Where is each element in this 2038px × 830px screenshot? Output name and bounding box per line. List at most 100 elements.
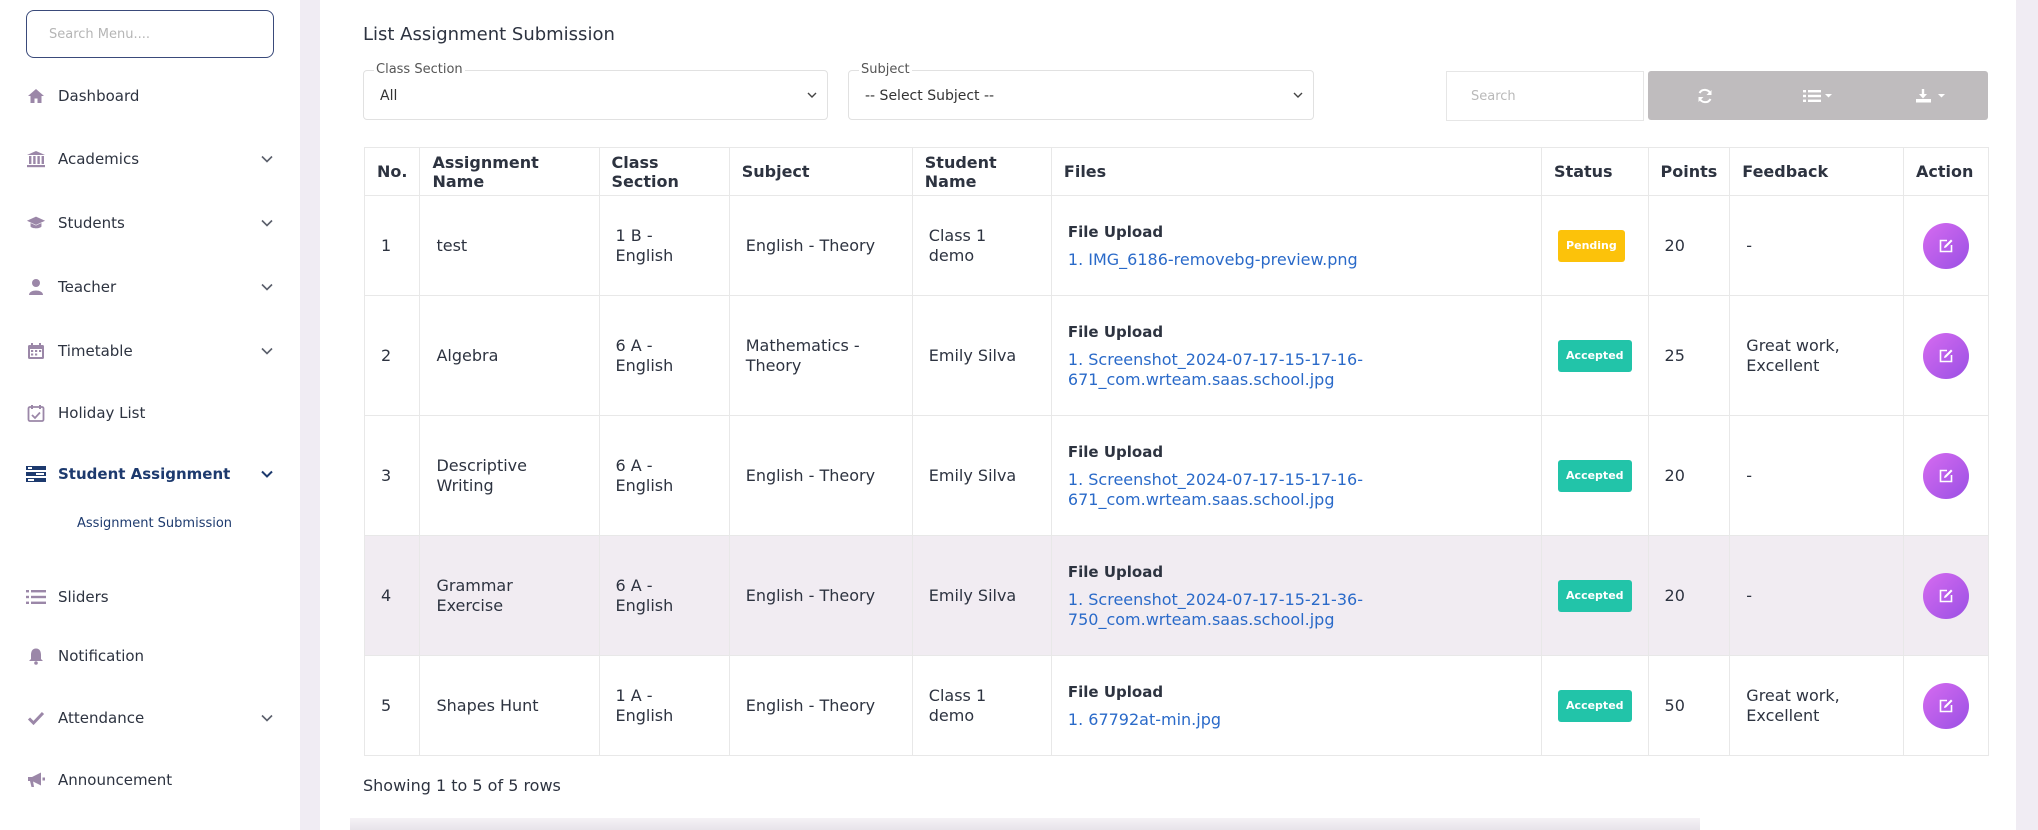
cell-feedback: - <box>1729 415 1905 536</box>
cell-no: 3 <box>363 415 421 536</box>
subject-label: Subject <box>859 62 912 77</box>
cell-feedback: - <box>1729 195 1905 296</box>
sidebar-item-students[interactable]: Students <box>26 205 276 241</box>
table-search-input[interactable] <box>1447 72 1643 120</box>
col-header-no[interactable]: No. <box>363 147 421 196</box>
col-header-status[interactable]: Status <box>1541 147 1649 196</box>
chevron-down-icon <box>261 219 273 227</box>
export-button[interactable] <box>1875 71 1988 120</box>
chevron-down-icon <box>261 470 273 478</box>
sidebar-item-sliders[interactable]: Sliders <box>26 579 276 615</box>
edit-icon <box>1939 699 1953 712</box>
main-content: List Assignment Submission Class Section… <box>320 0 2016 830</box>
status-badge: Accepted <box>1558 579 1632 612</box>
chevron-down-icon <box>261 714 273 722</box>
edit-icon <box>1939 469 1953 482</box>
cell-status: Accepted <box>1541 655 1649 756</box>
cell-class-section: 6 A - English <box>598 415 730 536</box>
edit-button[interactable] <box>1923 682 1969 729</box>
edit-button[interactable] <box>1923 452 1969 499</box>
cell-assignment-name: test <box>419 195 600 296</box>
cell-subject: Mathematics - Theory <box>728 295 913 416</box>
sidebar-item-notification[interactable]: Notification <box>26 638 276 674</box>
calendar-check-icon <box>26 403 46 423</box>
col-header-student-name[interactable]: Student Name <box>911 147 1052 196</box>
cell-points: 20 <box>1647 415 1731 536</box>
table-row: 3 Descriptive Writing 6 A - English Engl… <box>363 415 1989 536</box>
list-icon <box>26 587 46 607</box>
sidebar-item-announcement[interactable]: Announcement <box>26 762 276 798</box>
refresh-button[interactable] <box>1648 71 1761 120</box>
file-upload-title: File Upload <box>1067 562 1164 581</box>
file-link[interactable]: 1. IMG_6186-removebg-preview.png <box>1068 250 1525 270</box>
file-link[interactable]: 1. 67792at-min.jpg <box>1068 710 1525 730</box>
cell-class-section: 6 A - English <box>598 295 730 416</box>
sidebar-item-label: Announcement <box>58 771 173 789</box>
edit-button[interactable] <box>1923 222 1969 269</box>
subject-value: -- Select Subject -- <box>865 88 995 104</box>
menu-search-box[interactable] <box>26 10 274 58</box>
menu-search-input[interactable] <box>27 11 273 57</box>
file-link[interactable]: 1. Screenshot_2024-07-17-15-17-16-671_co… <box>1068 350 1525 390</box>
sidebar-subitem-assignment-submission[interactable]: Assignment Submission <box>77 516 232 531</box>
status-badge: Accepted <box>1558 339 1632 372</box>
graduation-cap-icon <box>26 213 46 233</box>
cell-student-name: Emily Silva <box>911 295 1052 416</box>
chevron-down-icon <box>261 283 273 291</box>
cell-student-name: Class 1 demo <box>911 195 1052 296</box>
cell-action <box>1903 415 1989 536</box>
file-link[interactable]: 1. Screenshot_2024-07-17-15-17-16-671_co… <box>1068 470 1525 510</box>
home-icon <box>26 86 46 106</box>
cell-files: File Upload 1. Screenshot_2024-07-17-15-… <box>1050 295 1543 416</box>
col-header-feedback[interactable]: Feedback <box>1729 147 1905 196</box>
col-header-points[interactable]: Points <box>1647 147 1731 196</box>
cell-points: 25 <box>1647 295 1731 416</box>
table-search-box[interactable] <box>1446 71 1644 121</box>
cell-student-name: Emily Silva <box>911 415 1052 536</box>
sidebar-item-label: Notification <box>58 647 145 665</box>
bank-icon <box>26 149 46 169</box>
sidebar-item-student-assignment[interactable]: Student Assignment <box>26 456 276 492</box>
cell-points: 20 <box>1647 535 1731 656</box>
chevron-down-icon <box>807 92 817 98</box>
chevron-down-icon <box>261 347 273 355</box>
table-toolbar <box>1648 71 1988 120</box>
cell-status: Accepted <box>1541 415 1649 536</box>
sidebar-item-label: Dashboard <box>58 87 140 105</box>
cell-feedback: Great work, Excellent <box>1729 655 1905 756</box>
cell-files: File Upload 1. 67792at-min.jpg <box>1050 655 1543 756</box>
cell-assignment-name: Algebra <box>419 295 600 416</box>
sidebar-item-label: Students <box>58 214 125 232</box>
cell-status: Accepted <box>1541 535 1649 656</box>
sidebar-item-teacher[interactable]: Teacher <box>26 269 276 305</box>
col-header-files[interactable]: Files <box>1050 147 1543 196</box>
col-header-subject[interactable]: Subject <box>728 147 913 196</box>
class-section-select[interactable]: Class Section All <box>363 62 828 120</box>
col-header-action[interactable]: Action <box>1903 147 1989 196</box>
edit-button[interactable] <box>1923 572 1969 619</box>
edit-icon <box>1939 589 1953 602</box>
edit-button[interactable] <box>1923 332 1969 379</box>
sidebar-item-attendance[interactable]: Attendance <box>26 700 276 736</box>
edit-icon <box>1939 239 1953 252</box>
sidebar-item-label: Sliders <box>58 588 109 606</box>
cell-points: 50 <box>1647 655 1731 756</box>
cell-subject: English - Theory <box>728 195 913 296</box>
sidebar-item-timetable[interactable]: Timetable <box>26 333 276 369</box>
chevron-down-icon <box>1293 92 1303 98</box>
sidebar-item-holiday-list[interactable]: Holiday List <box>26 395 276 431</box>
subject-select[interactable]: Subject -- Select Subject -- <box>848 62 1314 120</box>
cell-points: 20 <box>1647 195 1731 296</box>
sidebar-item-academics[interactable]: Academics <box>26 141 276 177</box>
sidebar-item-label: Attendance <box>58 709 145 727</box>
cell-no: 4 <box>363 535 421 656</box>
col-header-assignment-name[interactable]: Assignment Name <box>419 147 600 196</box>
pagination-info: Showing 1 to 5 of 5 rows <box>363 776 561 795</box>
cell-action <box>1903 535 1989 656</box>
columns-toggle-button[interactable] <box>1761 71 1874 120</box>
file-link[interactable]: 1. Screenshot_2024-07-17-15-21-36-750_co… <box>1068 590 1525 630</box>
cell-class-section: 1 B - English <box>598 195 730 296</box>
col-header-class-section[interactable]: Class Section <box>598 147 730 196</box>
class-section-label: Class Section <box>374 62 465 77</box>
sidebar-item-dashboard[interactable]: Dashboard <box>26 78 276 114</box>
